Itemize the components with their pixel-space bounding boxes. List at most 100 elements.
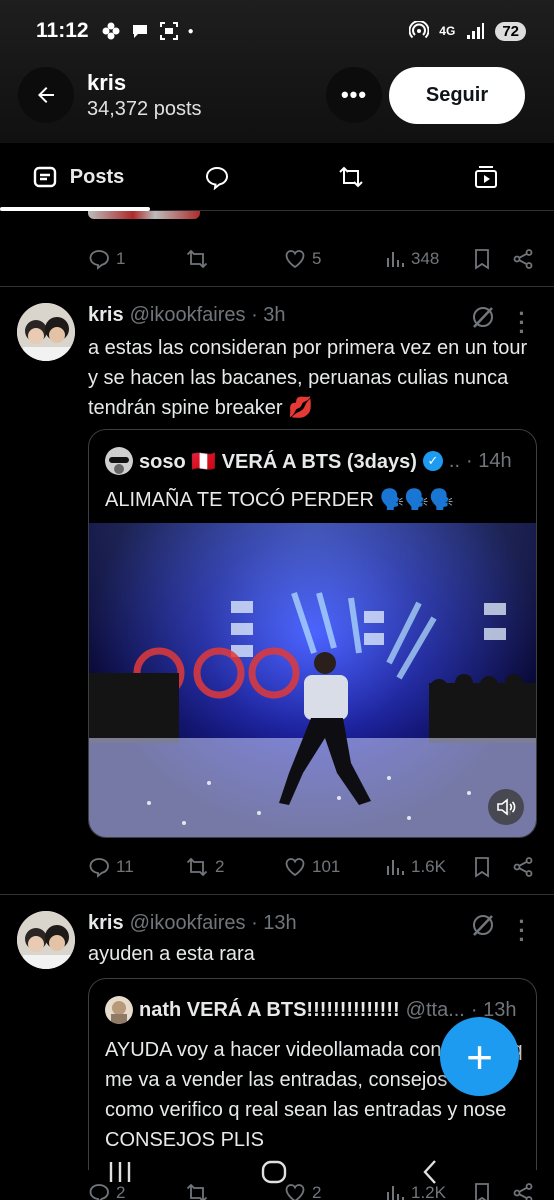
repost-button[interactable]: [185, 244, 215, 274]
video-frame: [89, 523, 536, 837]
bookmark-icon: [475, 249, 489, 270]
plus-icon: +: [466, 1030, 493, 1083]
system-nav-bar: [0, 1140, 554, 1200]
avatar-photo: [17, 303, 75, 361]
tweet-text: a estas las consideran por primera vez e…: [88, 337, 528, 419]
like-button[interactable]: 5: [284, 244, 321, 274]
views-icon: [387, 860, 404, 875]
status-bar: 11:12 ● 4G 72: [0, 0, 554, 62]
bookmark-button[interactable]: [472, 852, 492, 882]
screenshot-icon: [159, 22, 178, 40]
recents-icon: [109, 1162, 131, 1182]
more-options-button[interactable]: •••: [326, 67, 382, 123]
tweet-header: kris @ikookfaires · 3h: [88, 304, 286, 327]
profile-name: kris: [87, 70, 127, 95]
like-button[interactable]: 101: [284, 852, 340, 882]
bookmark-button[interactable]: [472, 244, 492, 274]
reply-icon: [89, 858, 109, 878]
separator: [0, 286, 554, 287]
view-count: 348: [411, 249, 440, 268]
tweet-header: kris @ikookfaires · 13h: [88, 912, 297, 935]
tab-media[interactable]: [466, 143, 506, 211]
share-button[interactable]: [512, 244, 534, 274]
avatar-photo: [17, 911, 75, 969]
quote-avatar: [105, 447, 133, 475]
author-name[interactable]: kris: [88, 304, 124, 326]
signal-icon: [467, 23, 485, 39]
quote-author-name: nath VERÁ A BTS!!!!!!!!!!!!!!: [139, 998, 400, 1021]
tweet-time: · 13h: [251, 912, 297, 934]
repost-icon: [186, 857, 208, 877]
tab-indicator: [0, 207, 150, 211]
network-type: 4G: [439, 24, 456, 38]
verified-badge-icon: ✓: [422, 451, 443, 471]
reply-count: 1: [116, 249, 126, 268]
avatar[interactable]: [17, 911, 75, 969]
profile-tabs: Posts: [0, 143, 554, 211]
repost-icon: [339, 166, 363, 188]
quote-header: nath VERÁ A BTS!!!!!!!!!!!!!! @tta... · …: [105, 996, 516, 1024]
speaker-icon: [497, 798, 516, 816]
heart-icon: [285, 250, 305, 269]
status-time: 11:12: [36, 19, 89, 42]
hotspot-icon: [409, 21, 430, 39]
more-vert-icon[interactable]: · · ·: [514, 303, 530, 343]
share-icon: [513, 857, 533, 877]
follow-button[interactable]: Seguir: [389, 67, 525, 124]
quote-ellipsis: ..: [448, 449, 461, 472]
views-icon: [387, 252, 404, 267]
author-name[interactable]: kris: [88, 912, 124, 934]
dot-icon: ●: [187, 25, 194, 37]
arrow-left-icon: [38, 87, 54, 103]
quote-text: ALIMAÑA TE TOCÓ PERDER 🗣️🗣️🗣️: [105, 489, 455, 511]
share-icon: [513, 249, 533, 269]
author-handle[interactable]: @ikookfaires: [130, 912, 246, 934]
compose-button[interactable]: +: [440, 1017, 519, 1096]
media-icon: [475, 166, 497, 188]
quote-time: · 14h: [466, 449, 512, 472]
posts-icon: [33, 166, 56, 188]
like-count: 101: [312, 857, 341, 876]
tab-posts[interactable]: Posts: [28, 143, 128, 211]
home-icon: [261, 1160, 287, 1184]
recents-button[interactable]: [100, 1154, 140, 1190]
chevron-left-icon: [423, 1160, 436, 1184]
like-count: 5: [312, 249, 322, 268]
avatar[interactable]: [17, 303, 75, 361]
repost-button[interactable]: 2: [185, 852, 224, 882]
back-button[interactable]: [18, 67, 74, 123]
battery-indicator: 72: [495, 21, 526, 41]
repost-count: 2: [215, 857, 225, 876]
tab-replies[interactable]: [197, 143, 237, 211]
prev-tweet-actions: 1 5 348: [88, 244, 538, 274]
repost-icon: [186, 249, 208, 269]
replies-icon: [205, 166, 229, 190]
author-handle[interactable]: @ikookfaires: [130, 304, 246, 326]
volume-button[interactable]: [488, 789, 524, 825]
home-button[interactable]: [254, 1154, 294, 1190]
tweet-time: · 3h: [251, 304, 286, 326]
reply-button[interactable]: 1: [88, 244, 125, 274]
grok-icon[interactable]: [470, 304, 496, 330]
reply-button[interactable]: 11: [88, 852, 134, 882]
flower-icon: [102, 22, 120, 40]
tweet-text: ayuden a esta rara: [88, 943, 255, 965]
quote-author-name: soso 🇵🇪 VERÁ A BTS (3days): [139, 450, 417, 473]
tab-posts-label: Posts: [69, 165, 125, 188]
share-button[interactable]: [512, 852, 534, 882]
view-count: 1.6K: [411, 857, 446, 876]
chat-bubble-icon: [132, 25, 147, 38]
quoted-tweet[interactable]: soso 🇵🇪 VERÁ A BTS (3days) ✓ .. · 14h AL…: [88, 429, 537, 838]
reply-icon: [89, 250, 109, 270]
back-nav-button[interactable]: [410, 1154, 450, 1190]
tab-reposts[interactable]: [331, 143, 371, 211]
views-button[interactable]: 348: [385, 244, 439, 274]
video-player[interactable]: [89, 523, 536, 837]
views-button[interactable]: 1.6K: [385, 852, 446, 882]
bookmark-icon: [475, 857, 489, 878]
reply-count: 11: [116, 857, 134, 876]
grok-icon[interactable]: [470, 912, 496, 938]
separator: [0, 894, 554, 895]
heart-icon: [285, 858, 305, 877]
quote-handle: @tta...: [405, 998, 465, 1021]
